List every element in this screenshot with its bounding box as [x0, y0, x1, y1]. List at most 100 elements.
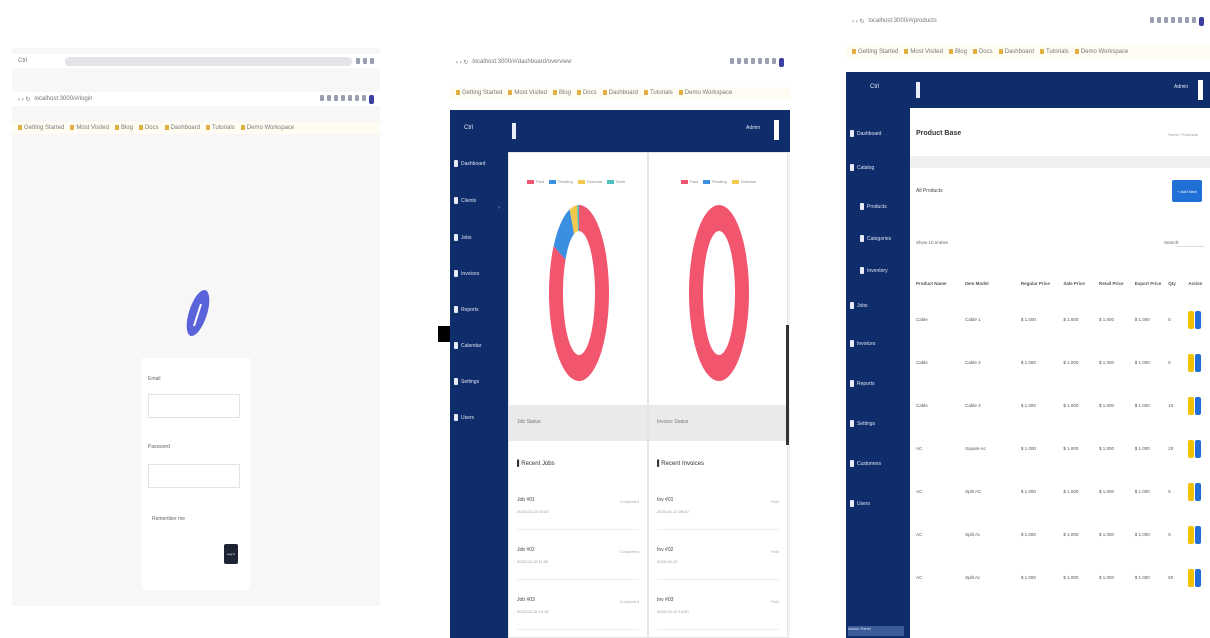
list-item[interactable]: Inv #01 2023-04-12 09:40 Paid: [657, 489, 779, 530]
bookmark[interactable]: Dashboard: [165, 125, 200, 131]
bookmark[interactable]: Getting Started: [18, 125, 64, 131]
sidebar-item[interactable]: Settings: [454, 378, 479, 385]
sidebar-subitem[interactable]: Inventory: [860, 267, 888, 274]
sidebar-item[interactable]: Dashboard: [454, 160, 485, 167]
sidebar: Dashboard Clients Jobs Invoices Reports …: [450, 152, 508, 638]
user-avatar-icon[interactable]: [1198, 80, 1203, 100]
list-item[interactable]: Inv #03 2023-04-12 14:20 Paid: [657, 589, 779, 630]
column-header[interactable]: Item Model: [965, 268, 1021, 298]
sidebar-item[interactable]: Calendar: [454, 342, 481, 349]
bookmark[interactable]: Tutorials: [206, 125, 235, 131]
login-button[interactable]: Log in: [224, 544, 238, 564]
bookmark[interactable]: Getting Started: [456, 90, 502, 96]
list-item[interactable]: Inv #02 2023-04-12 Paid: [657, 539, 779, 580]
bookmark[interactable]: Dashboard: [603, 90, 638, 96]
nav-buttons[interactable]: ‹ › ↻: [852, 18, 864, 25]
brand-logo[interactable]: Ctrl: [870, 84, 879, 90]
column-header[interactable]: Export Price: [1135, 268, 1168, 298]
card-footer: Invoice Status: [649, 405, 787, 441]
bookmark[interactable]: Docs: [139, 125, 159, 131]
sidebar-item[interactable]: Customers: [850, 460, 881, 467]
sidebar-item[interactable]: Reports: [454, 306, 479, 313]
scrollbar[interactable]: [786, 325, 789, 445]
extension-icons: [730, 57, 784, 67]
user-menu[interactable]: Admin: [1174, 84, 1188, 90]
delete-button[interactable]: [1195, 439, 1202, 458]
tab-search-bar[interactable]: [65, 56, 352, 66]
sidebar-item[interactable]: Dashboard: [850, 130, 881, 137]
sidebar-item[interactable]: Settings: [850, 420, 875, 427]
edit-button[interactable]: [1188, 353, 1195, 372]
sidebar-item[interactable]: Users: [850, 500, 870, 507]
admin-panel-button[interactable]: Admin Panel: [848, 626, 904, 636]
bookmark[interactable]: Most Visited: [70, 125, 109, 131]
invoice-status-card: Paid Pending Overdue Invoice Status ▌Rec…: [648, 152, 788, 638]
browser-tab[interactable]: Ctrl: [18, 58, 27, 64]
list-item[interactable]: Job #01 2023-04-12 10:30 Completed: [517, 489, 639, 530]
bookmark[interactable]: Demo Workspace: [241, 125, 295, 131]
bookmark[interactable]: Dashboard: [999, 49, 1034, 55]
table-header: Product Name Item Model Regular Price Sa…: [916, 268, 1204, 298]
column-header[interactable]: Product Name: [916, 268, 965, 298]
edit-button[interactable]: [1188, 568, 1195, 587]
edit-button[interactable]: [1188, 525, 1195, 544]
sidebar-item[interactable]: Clients: [454, 197, 476, 204]
bookmark[interactable]: Most Visited: [904, 49, 943, 55]
user-menu[interactable]: Admin: [746, 125, 760, 131]
bookmark[interactable]: Docs: [973, 49, 993, 55]
sidebar-subitem[interactable]: Products: [860, 203, 887, 210]
nav-buttons[interactable]: ‹ › ↻: [456, 59, 468, 66]
edit-button[interactable]: [1188, 396, 1195, 415]
bookmark[interactable]: Blog: [115, 125, 133, 131]
add-new-button[interactable]: + Add New: [1172, 180, 1202, 202]
sidebar-item[interactable]: Invoices: [850, 340, 875, 347]
delete-button[interactable]: [1195, 353, 1202, 372]
entries-select[interactable]: Show 10 entries: [916, 240, 948, 245]
breadcrumb[interactable]: Home / Products: [1168, 132, 1198, 137]
sidebar-item[interactable]: Users: [454, 414, 474, 421]
password-field[interactable]: [148, 464, 240, 488]
list-item[interactable]: Job #02 2023-04-12 11:00 Completed: [517, 539, 639, 580]
email-field[interactable]: [148, 394, 240, 418]
url-field[interactable]: localhost:3000/#/login: [34, 96, 92, 102]
search-input[interactable]: [1176, 236, 1204, 247]
delete-button[interactable]: [1195, 482, 1202, 501]
edit-button[interactable]: [1188, 310, 1195, 329]
list-item[interactable]: Job #03 2023-04-12 12:15 Completed: [517, 589, 639, 630]
bookmark[interactable]: Demo Workspace: [1075, 49, 1129, 55]
sidebar-item[interactable]: Jobs: [850, 302, 868, 309]
remember-me-checkbox[interactable]: Remember me: [152, 516, 185, 522]
column-header[interactable]: Sale Price: [1063, 268, 1099, 298]
edit-button[interactable]: [1188, 439, 1195, 458]
bookmark[interactable]: Most Visited: [508, 90, 547, 96]
menu-toggle-icon[interactable]: [916, 82, 920, 98]
delete-button[interactable]: [1195, 568, 1202, 587]
column-header[interactable]: Regular Price: [1021, 268, 1063, 298]
bookmark[interactable]: Blog: [553, 90, 571, 96]
bookmark[interactable]: Tutorials: [1040, 49, 1069, 55]
delete-button[interactable]: [1195, 310, 1202, 329]
bookmark[interactable]: Tutorials: [644, 90, 673, 96]
delete-button[interactable]: [1195, 525, 1202, 544]
delete-button[interactable]: [1195, 396, 1202, 415]
url-field[interactable]: localhost:3000/#/dashboard/overview: [472, 59, 571, 65]
sidebar-item[interactable]: Catalog: [850, 164, 874, 171]
bookmark[interactable]: Getting Started: [852, 49, 898, 55]
nav-buttons[interactable]: ‹ › ↻: [18, 96, 30, 103]
user-avatar-icon[interactable]: [774, 120, 779, 140]
sidebar-item[interactable]: Invoices: [454, 270, 479, 277]
bookmark[interactable]: Docs: [577, 90, 597, 96]
menu-toggle-icon[interactable]: [512, 123, 516, 139]
sidebar-subitem[interactable]: Categories: [860, 235, 891, 242]
bookmark[interactable]: Demo Workspace: [679, 90, 733, 96]
brand-logo[interactable]: Ctrl: [464, 125, 473, 131]
sidebar-item[interactable]: Jobs: [454, 234, 472, 241]
url-field[interactable]: localhost:3000/#/products: [868, 18, 936, 24]
bookmark[interactable]: Blog: [949, 49, 967, 55]
sidebar-collapse-icon[interactable]: ›: [498, 205, 500, 211]
column-header[interactable]: Retail Price: [1099, 268, 1135, 298]
column-header[interactable]: Qty: [1168, 268, 1188, 298]
edit-button[interactable]: [1188, 482, 1195, 501]
sidebar-item[interactable]: Reports: [850, 380, 875, 387]
nav-icon: [860, 203, 864, 210]
